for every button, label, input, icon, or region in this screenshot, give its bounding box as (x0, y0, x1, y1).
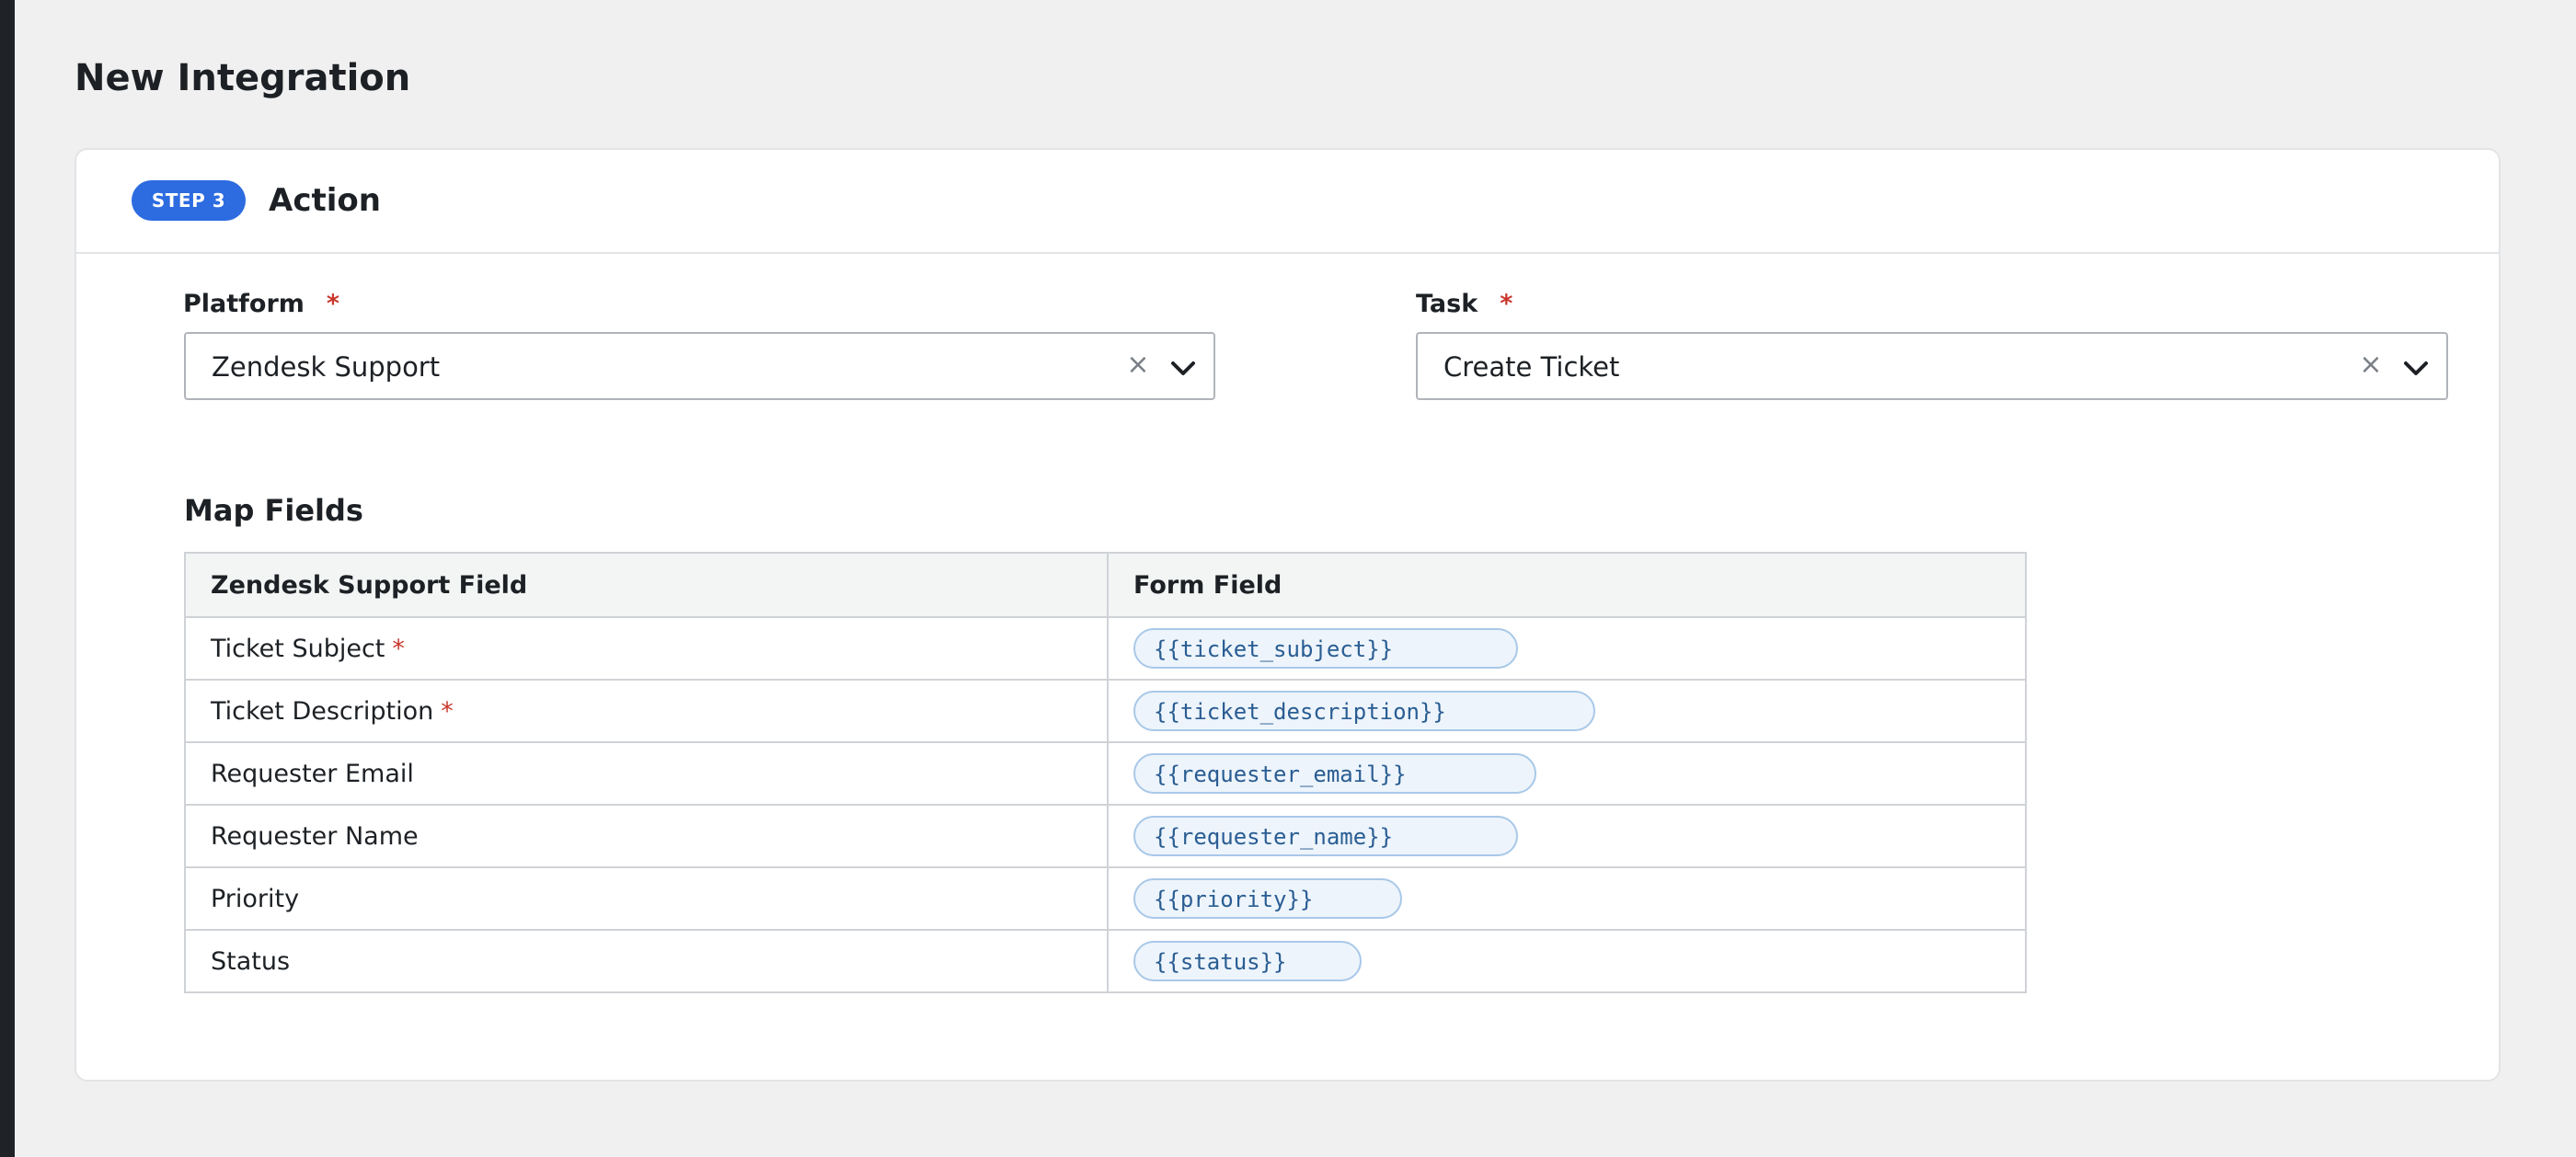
platform-select[interactable]: Zendesk Support × (184, 332, 1215, 400)
task-label-text: Task (1416, 290, 1478, 318)
table-row: Priority {{priority}} (184, 866, 2027, 931)
table-row: Ticket Description * {{ticket_description… (184, 679, 2027, 743)
card-title: Action (269, 182, 381, 219)
required-mark: * (392, 634, 405, 663)
form-field-cell: {{requester_email}} (1107, 741, 2027, 806)
zendesk-field-name: Ticket Description (211, 696, 434, 726)
form-field-cell: {{priority}} (1107, 866, 2027, 931)
form-field-cell: {{ticket_description}} (1107, 679, 2027, 743)
page-title: New Integration (75, 57, 411, 99)
form-field-token[interactable]: {{status}} (1133, 941, 1362, 981)
step-badge: STEP 3 (132, 180, 246, 221)
step-card: STEP 3 Action Platform * Zendesk Support … (75, 148, 2501, 1082)
table-row: Requester Name {{requester_name}} (184, 804, 2027, 868)
task-select[interactable]: Create Ticket × (1416, 332, 2448, 400)
map-fields-table: Zendesk Support Field Form Field Ticket … (184, 552, 2027, 993)
form-field-token[interactable]: {{ticket_subject}} (1133, 628, 1518, 669)
table-row: Requester Email {{requester_email}} (184, 741, 2027, 806)
platform-label: Platform * (183, 288, 339, 321)
zendesk-field-name: Requester Email (211, 759, 414, 788)
required-mark: * (1500, 290, 1513, 318)
chevron-down-icon[interactable] (2398, 350, 2434, 387)
required-mark: * (441, 696, 454, 726)
form-field-token[interactable]: {{priority}} (1133, 878, 1402, 919)
table-header-row: Zendesk Support Field Form Field (184, 552, 2027, 618)
form-field-cell: {{requester_name}} (1107, 804, 2027, 868)
zendesk-field-cell: Ticket Subject * (184, 616, 1109, 681)
zendesk-field-cell: Requester Name (184, 804, 1109, 868)
zendesk-field-name: Status (211, 946, 291, 976)
close-icon[interactable]: × (2357, 347, 2385, 384)
table-row: Ticket Subject * {{ticket_subject}} (184, 616, 2027, 681)
column-header-zendesk-field: Zendesk Support Field (184, 552, 1109, 618)
zendesk-field-cell: Priority (184, 866, 1109, 931)
left-window-edge (0, 0, 15, 1157)
close-icon[interactable]: × (1124, 347, 1152, 384)
task-label: Task * (1416, 288, 1512, 321)
task-select-value: Create Ticket (1443, 351, 1620, 383)
card-header: STEP 3 Action (76, 150, 2499, 254)
form-field-cell: {{status}} (1107, 929, 2027, 993)
zendesk-field-cell: Requester Email (184, 741, 1109, 806)
form-field-token[interactable]: {{requester_email}} (1133, 753, 1536, 794)
zendesk-field-name: Requester Name (211, 821, 419, 851)
form-field-token[interactable]: {{ticket_description}} (1133, 691, 1595, 731)
zendesk-field-cell: Ticket Description * (184, 679, 1109, 743)
zendesk-field-cell: Status (184, 929, 1109, 993)
required-mark: * (326, 290, 340, 318)
platform-select-value: Zendesk Support (212, 351, 441, 383)
platform-label-text: Platform (183, 290, 305, 318)
chevron-down-icon[interactable] (1165, 350, 1202, 387)
table-row: Status {{status}} (184, 929, 2027, 993)
zendesk-field-name: Priority (211, 884, 300, 913)
form-field-token[interactable]: {{requester_name}} (1133, 816, 1518, 856)
form-field-cell: {{ticket_subject}} (1107, 616, 2027, 681)
zendesk-field-name: Ticket Subject (211, 634, 385, 663)
map-fields-title: Map Fields (184, 493, 363, 528)
column-header-form-field: Form Field (1107, 552, 2027, 618)
